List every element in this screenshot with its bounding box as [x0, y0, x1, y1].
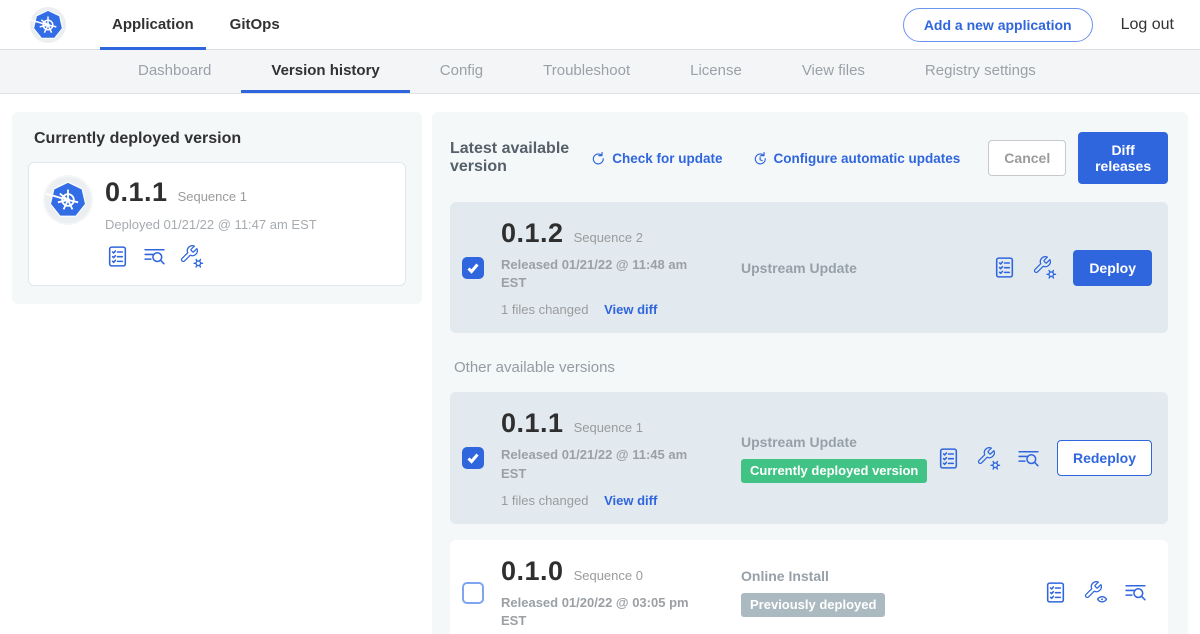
auto-update-clock-icon — [751, 150, 768, 167]
currently-deployed-badge: Currently deployed version — [741, 459, 927, 483]
kubernetes-logo — [30, 7, 66, 43]
subnav-view-files[interactable]: View files — [772, 50, 895, 93]
subnav-dashboard[interactable]: Dashboard — [108, 50, 241, 93]
cancel-button[interactable]: Cancel — [988, 140, 1066, 176]
version-number: 0.1.0 — [501, 556, 564, 587]
version-source: Online Install — [741, 568, 1043, 584]
version-checkbox[interactable] — [462, 447, 484, 469]
version-number: 0.1.1 — [501, 408, 564, 439]
logout-button[interactable]: Log out — [1121, 16, 1174, 34]
deployed-version-number: 0.1.1 — [105, 177, 168, 208]
app-kubernetes-logo — [45, 177, 91, 223]
preflight-checklist-icon[interactable] — [992, 255, 1017, 280]
subnav-config[interactable]: Config — [410, 50, 513, 93]
configure-automatic-updates-link[interactable]: Configure automatic updates — [751, 150, 961, 167]
top-navbar: Application GitOps Add a new application… — [0, 0, 1200, 50]
app-subnav: Dashboard Version history Config Trouble… — [0, 50, 1200, 94]
tab-gitops[interactable]: GitOps — [218, 0, 292, 50]
edit-config-icon[interactable] — [179, 244, 204, 269]
released-timestamp: Released 01/20/22 @ 03:05 pm EST — [501, 594, 716, 630]
version-sequence: Sequence 0 — [574, 568, 643, 583]
version-sequence: Sequence 2 — [574, 230, 643, 245]
subnav-version-history[interactable]: Version history — [241, 50, 409, 93]
edit-config-icon[interactable] — [976, 446, 1001, 471]
preflight-checklist-icon[interactable] — [105, 244, 130, 269]
view-diff-link[interactable]: View diff — [604, 302, 657, 317]
version-sequence: Sequence 1 — [574, 420, 643, 435]
version-source: Upstream Update — [741, 260, 992, 276]
deployed-timestamp: Deployed 01/21/22 @ 11:47 am EST — [105, 217, 317, 232]
deployed-version-card: 0.1.1 Sequence 1 Deployed 01/21/22 @ 11:… — [28, 162, 406, 286]
preflight-checklist-icon[interactable] — [936, 446, 961, 471]
files-changed-label: 1 files changed — [501, 302, 588, 317]
redeploy-button[interactable]: Redeploy — [1057, 440, 1152, 476]
version-checkbox[interactable] — [462, 582, 484, 604]
view-diff-link[interactable]: View diff — [604, 493, 657, 508]
tab-application[interactable]: Application — [100, 0, 206, 50]
version-number: 0.1.2 — [501, 218, 564, 249]
deploy-button[interactable]: Deploy — [1073, 250, 1152, 286]
released-timestamp: Released 01/21/22 @ 11:45 am EST — [501, 446, 716, 482]
subnav-registry-settings[interactable]: Registry settings — [895, 50, 1066, 93]
view-config-icon[interactable] — [1083, 580, 1108, 605]
topnav-tabs: Application GitOps — [100, 0, 304, 50]
refresh-icon — [589, 150, 606, 167]
subnav-license[interactable]: License — [660, 50, 772, 93]
version-row-0-1-0: 0.1.0 Sequence 0 Released 01/20/22 @ 03:… — [450, 540, 1168, 634]
previously-deployed-badge: Previously deployed — [741, 593, 885, 617]
edit-config-icon[interactable] — [1032, 255, 1057, 280]
currently-deployed-title: Currently deployed version — [34, 130, 406, 148]
released-timestamp: Released 01/21/22 @ 11:48 am EST — [501, 256, 716, 292]
version-row-0-1-2: 0.1.2 Sequence 2 Released 01/21/22 @ 11:… — [450, 202, 1168, 333]
view-logs-icon[interactable] — [142, 244, 167, 269]
add-new-application-button[interactable]: Add a new application — [903, 8, 1093, 42]
currently-deployed-panel: Currently deployed version 0.1.1 Sequenc… — [12, 112, 422, 304]
view-logs-icon[interactable] — [1016, 446, 1041, 471]
other-versions-title: Other available versions — [454, 359, 1168, 376]
version-history-panel: Latest available version Check for updat… — [432, 112, 1188, 634]
check-for-update-link[interactable]: Check for update — [589, 150, 722, 167]
files-changed-label: 1 files changed — [501, 493, 588, 508]
version-source: Upstream Update — [741, 434, 936, 450]
diff-releases-button[interactable]: Diff releases — [1078, 132, 1168, 184]
subnav-troubleshoot[interactable]: Troubleshoot — [513, 50, 660, 93]
version-checkbox[interactable] — [462, 257, 484, 279]
latest-available-title: Latest available version — [450, 140, 575, 176]
deployed-sequence: Sequence 1 — [178, 189, 247, 204]
preflight-checklist-icon[interactable] — [1043, 580, 1068, 605]
main-content: Currently deployed version 0.1.1 Sequenc… — [0, 94, 1200, 634]
latest-version-header: Latest available version Check for updat… — [450, 132, 1168, 184]
version-row-0-1-1: 0.1.1 Sequence 1 Released 01/21/22 @ 11:… — [450, 392, 1168, 523]
view-logs-icon[interactable] — [1123, 580, 1148, 605]
